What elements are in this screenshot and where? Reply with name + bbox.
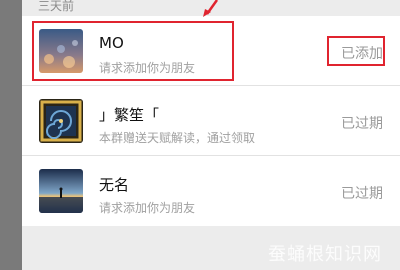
watermark: 蚕蛹根知识网 [268,244,382,265]
contact-name: 无名 [99,176,130,194]
highlight-box-contact [32,21,234,81]
highlight-box-status [327,36,385,66]
friend-request-row[interactable]: 」繁笙「 本群赠送天赋解读，通过领取 已过期 [22,86,400,156]
contact-name: 」繁笙「 [99,106,160,124]
request-message: 请求添加你为朋友 [99,201,196,215]
friend-request-row[interactable]: 无名 请求添加你为朋友 已过期 [22,156,400,226]
arrow-icon [203,0,219,17]
swirl-frame-avatar [39,99,83,143]
status-label: 已过期 [341,186,383,202]
sunset-silhouette-avatar [39,169,83,213]
friend-requests-panel: 三天前 MO 请求添加你为朋友 已添加 」繁笙「 本群赠送天赋解读，通过领取 已… [22,0,400,270]
status-label: 已过期 [341,116,383,132]
request-message: 本群赠送天赋解读，通过领取 [99,131,256,145]
